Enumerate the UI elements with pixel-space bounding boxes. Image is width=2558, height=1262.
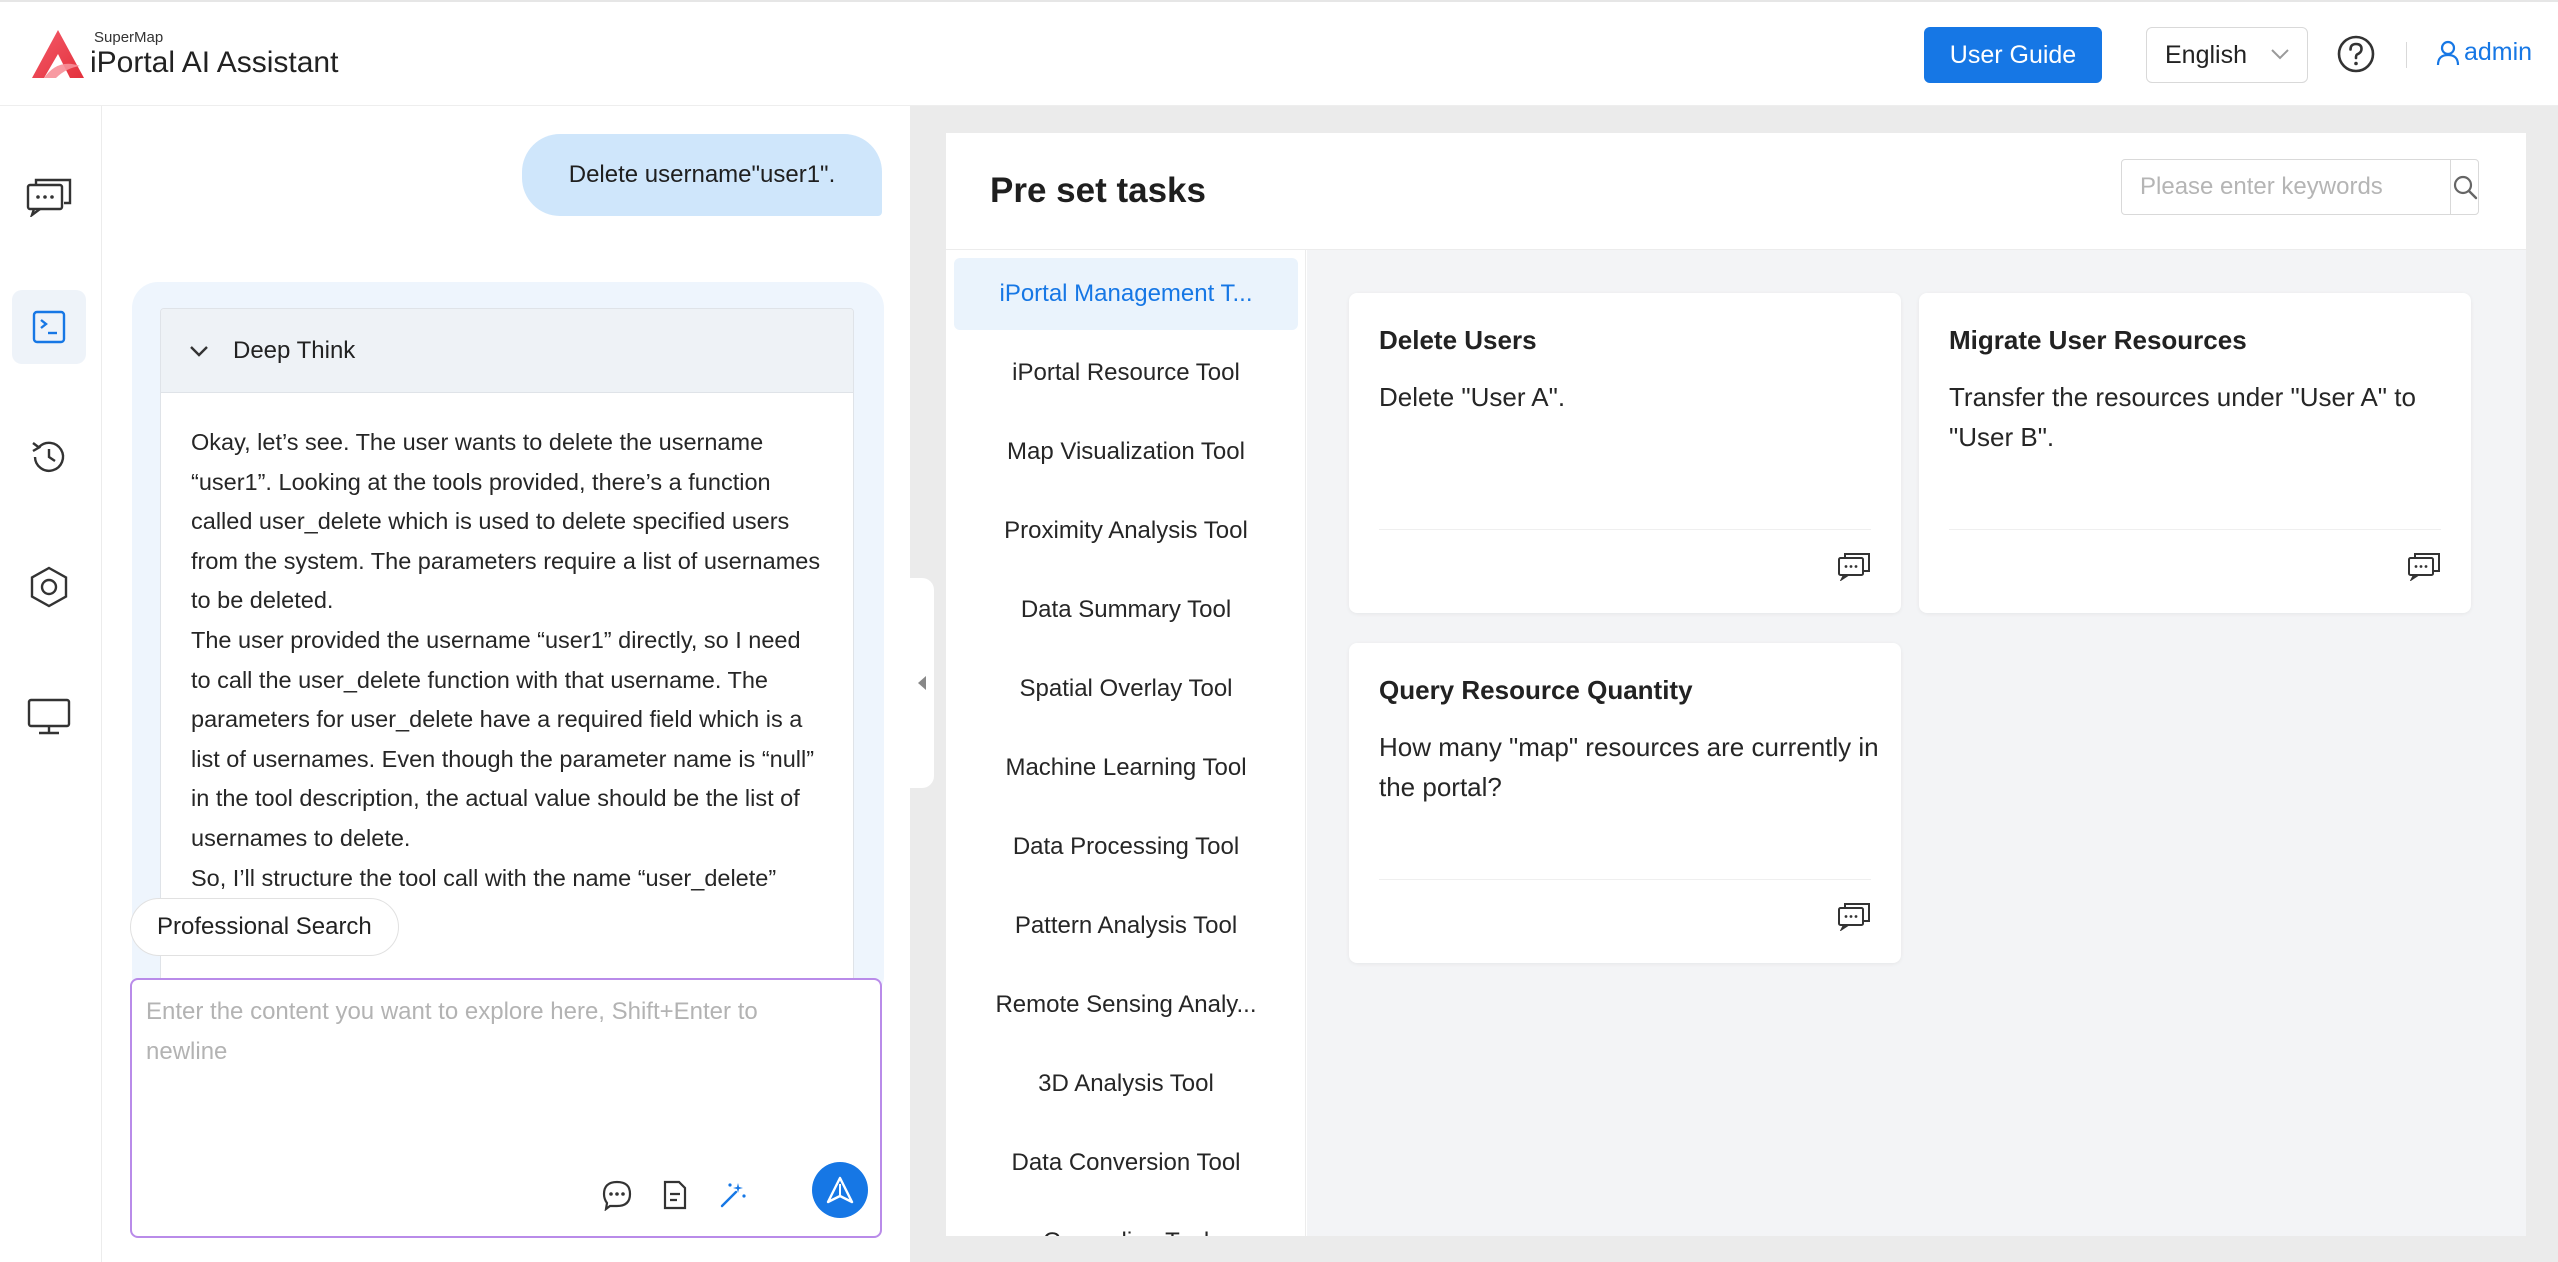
task-description: Delete "User A". [1379, 382, 1566, 412]
category-item[interactable]: 3D Analysis Tool [954, 1048, 1298, 1120]
deep-think-content: Okay, let’s see. The user wants to delet… [161, 393, 853, 898]
rail-item-display[interactable] [12, 680, 86, 754]
preset-tasks-panel: Pre set tasks iPortal Management T... iP… [946, 133, 2526, 1236]
rail-item-history[interactable] [12, 420, 86, 494]
category-item[interactable]: Geocoding Tool [954, 1206, 1298, 1236]
category-item[interactable]: Remote Sensing Analy... [954, 969, 1298, 1041]
username-label: admin [2464, 38, 2533, 66]
settings-icon [30, 566, 68, 608]
app-title: iPortal AI Assistant [90, 46, 339, 79]
chat-input-placeholder[interactable]: Enter the content you want to explore he… [146, 992, 840, 1072]
category-item[interactable]: Data Conversion Tool [954, 1127, 1298, 1199]
task-card[interactable]: Query Resource Quantity How many "map" r… [1349, 643, 1901, 963]
chevron-down-icon [190, 345, 208, 357]
category-item[interactable]: Spatial Overlay Tool [954, 653, 1298, 725]
app-header: SuperMap iPortal AI Assistant User Guide… [0, 0, 2558, 106]
chat-icon[interactable] [1837, 901, 1871, 931]
category-item[interactable]: Pattern Analysis Tool [954, 890, 1298, 962]
send-icon [826, 1176, 854, 1204]
magic-wand-icon [720, 1183, 746, 1208]
user-message-bubble: Delete username"user1". [522, 134, 882, 216]
thinking-paragraph: Okay, let’s see. The user wants to delet… [191, 429, 821, 614]
task-title: Migrate User Resources [1949, 325, 2247, 355]
category-item[interactable]: Map Visualization Tool [954, 416, 1298, 488]
document-icon [663, 1180, 687, 1210]
help-icon[interactable] [2336, 34, 2376, 74]
monitor-icon [27, 698, 71, 735]
thinking-paragraph: The user provided the username “user1” d… [191, 626, 815, 851]
brand-small-text: SuperMap [94, 29, 164, 46]
deep-think-header[interactable]: Deep Think [161, 309, 853, 393]
category-item[interactable]: Data Processing Tool [954, 811, 1298, 883]
deep-think-label: Deep Think [233, 336, 356, 364]
category-item[interactable]: Data Summary Tool [954, 574, 1298, 646]
task-divider [1379, 529, 1871, 530]
chat-icon[interactable] [2407, 551, 2441, 581]
category-item[interactable]: iPortal Resource Tool [954, 337, 1298, 409]
category-item[interactable]: iPortal Management T... [954, 258, 1298, 330]
app-logo[interactable]: SuperMap iPortal AI Assistant [30, 28, 338, 82]
header-divider [2406, 42, 2407, 68]
chat-icon[interactable] [1837, 551, 1871, 581]
chevron-down-icon [2271, 49, 2289, 60]
task-divider [1949, 529, 2441, 530]
language-value: English [2165, 40, 2247, 69]
caret-left-icon [918, 676, 926, 690]
search-button[interactable] [2450, 160, 2478, 214]
attach-file-button[interactable] [658, 1178, 692, 1212]
user-menu[interactable]: admin [2436, 38, 2532, 67]
category-list: iPortal Management T... iPortal Resource… [946, 250, 1306, 1236]
terminal-icon [32, 310, 66, 344]
task-search[interactable] [2121, 159, 2479, 215]
collapse-panel-toggle[interactable] [910, 578, 934, 788]
task-card[interactable]: Delete Users Delete "User A". [1349, 293, 1901, 613]
task-description: Transfer the resources under "User A" to… [1949, 382, 2416, 452]
professional-search-chip[interactable]: Professional Search [130, 898, 399, 956]
chat-assist-button[interactable] [600, 1178, 634, 1212]
supermap-logo-icon [30, 28, 88, 82]
task-description: How many "map" resources are currently i… [1379, 732, 1879, 802]
thinking-paragraph: So, I’ll structure the tool call with th… [191, 864, 777, 891]
category-item[interactable]: Machine Learning Tool [954, 732, 1298, 804]
assistant-answer-card: Deep Think Okay, let’s see. The user wan… [132, 282, 884, 1002]
rail-item-chat[interactable] [12, 160, 86, 234]
task-divider [1379, 879, 1871, 880]
task-card[interactable]: Migrate User Resources Transfer the reso… [1919, 293, 2471, 613]
chat-column: Delete username"user1". Deep Think Okay,… [102, 106, 910, 1262]
search-icon [2453, 175, 2477, 200]
panel-title: Pre set tasks [990, 171, 1206, 210]
language-select[interactable]: English [2146, 27, 2308, 83]
chat-input-box[interactable]: Enter the content you want to explore he… [130, 978, 882, 1238]
send-button[interactable] [812, 1162, 868, 1218]
magic-wand-button[interactable] [716, 1178, 750, 1212]
rail-item-tasks[interactable] [12, 290, 86, 364]
category-item[interactable]: Proximity Analysis Tool [954, 495, 1298, 567]
chat-bubble-icon [602, 1180, 632, 1211]
task-title: Delete Users [1379, 325, 1537, 355]
task-search-input[interactable] [2122, 160, 2450, 214]
history-icon [32, 441, 65, 472]
task-grid: Delete Users Delete "User A". Migrate Us… [1307, 250, 2526, 1236]
task-title: Query Resource Quantity [1379, 675, 1693, 705]
chat-icon [26, 178, 72, 217]
user-guide-button[interactable]: User Guide [1924, 27, 2102, 83]
user-icon [2436, 40, 2460, 65]
rail-item-settings[interactable] [12, 550, 86, 624]
